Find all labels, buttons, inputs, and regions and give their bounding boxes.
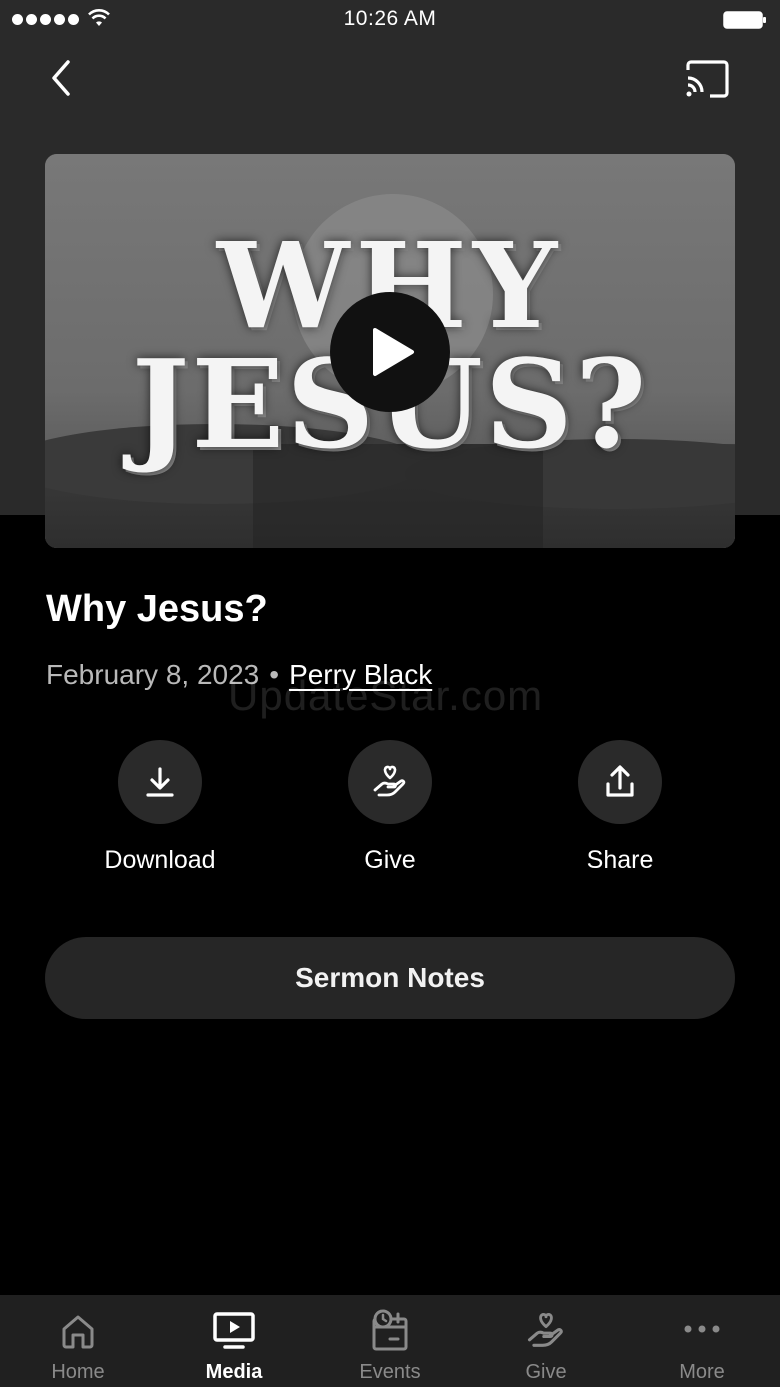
tab-give[interactable]: Give [468,1295,624,1387]
download-icon [146,767,174,797]
tab-more-label: More [679,1361,725,1383]
tab-give-label: Give [525,1361,567,1383]
battery-icon [723,11,766,29]
cast-icon[interactable] [682,56,734,102]
sermon-notes-button[interactable]: Sermon Notes [45,937,735,1019]
tab-bar: Home Media Events Give More [0,1295,780,1387]
play-button[interactable] [330,292,450,412]
give-hand-heart-icon [527,1312,563,1347]
download-label: Download [104,846,216,874]
share-button-circle[interactable] [578,740,662,824]
events-calendar-icon [372,1309,408,1351]
share-icon [606,765,634,797]
tab-media[interactable]: Media [156,1295,312,1387]
media-play-icon [213,1312,255,1349]
watermark-text: UpdateStar.com [228,672,544,719]
give-button[interactable]: Give [310,740,470,875]
status-time: 10:26 AM [343,7,437,30]
download-button[interactable]: Download [80,740,240,875]
tab-home-label: Home [51,1361,105,1383]
sermon-title: Why Jesus? [46,588,268,630]
tab-media-label: Media [205,1361,263,1383]
play-icon [373,328,414,376]
tab-home[interactable]: Home [0,1295,156,1387]
tab-events[interactable]: Events [312,1295,468,1387]
home-icon [62,1315,94,1349]
tab-more[interactable]: More [624,1295,780,1387]
share-label: Share [586,846,654,874]
give-button-circle[interactable] [348,740,432,824]
give-hand-heart-icon [373,765,406,797]
more-dots-icon [684,1325,720,1333]
status-bar: 10:26 AM [0,0,780,40]
share-button[interactable]: Share [540,740,700,875]
tab-events-label: Events [359,1361,421,1383]
sermon-video-thumbnail[interactable]: WHY JESUS? [45,154,735,548]
back-chevron-icon[interactable] [40,56,84,100]
give-label: Give [364,846,416,874]
download-button-circle[interactable] [118,740,202,824]
